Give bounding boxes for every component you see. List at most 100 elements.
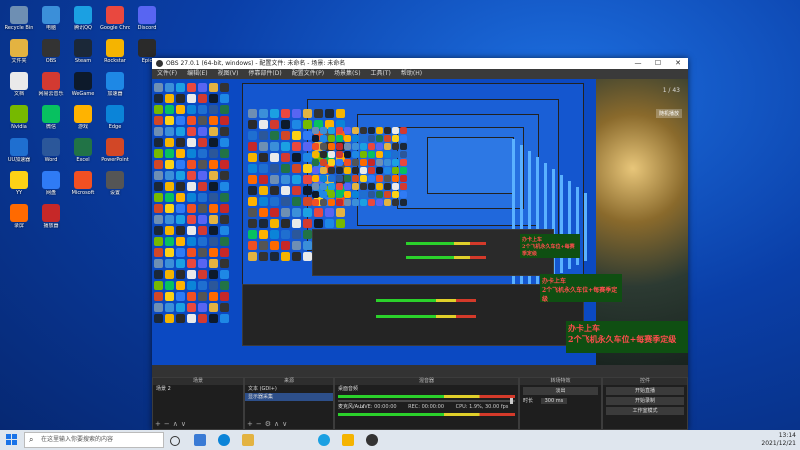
- desktop-icon[interactable]: 游戏: [68, 105, 98, 130]
- mirrored-icon: [320, 143, 327, 150]
- scene-toolbar[interactable]: +−∧∨: [155, 420, 189, 428]
- menu-item[interactable]: 停靠部件(D): [243, 69, 286, 79]
- desktop-icon[interactable]: Microsoft: [68, 171, 98, 196]
- desktop-icon-label: 腾讯QQ: [74, 25, 92, 31]
- desktop-icon[interactable]: 文件夹: [4, 39, 34, 64]
- desktop-icon[interactable]: Edge: [100, 105, 130, 130]
- desktop-icon[interactable]: 电脑: [36, 6, 66, 31]
- mirrored-icon: [209, 116, 218, 125]
- rec-status: REC: 00:00:00: [408, 404, 445, 410]
- desktop-icon[interactable]: YY: [4, 171, 34, 196]
- mirrored-icon: [154, 303, 163, 312]
- shuffle-button[interactable]: 随机播放: [655, 109, 682, 118]
- desktop-icon[interactable]: OBS: [36, 39, 66, 64]
- app-icon: [74, 39, 92, 57]
- mirrored-icon: [292, 219, 301, 228]
- desktop-icon[interactable]: 加速器: [100, 72, 130, 97]
- menu-item[interactable]: 工具(T): [366, 69, 396, 79]
- mirrored-icon: [292, 241, 301, 250]
- tunnel-stripe: [560, 175, 563, 273]
- nested-audio-meter: [406, 256, 486, 259]
- desktop-icon[interactable]: Discord: [132, 6, 162, 31]
- desktop-icon[interactable]: Nvidia: [4, 105, 34, 130]
- source-item[interactable]: 文本 (GDI+): [245, 385, 333, 393]
- desktop-icon[interactable]: 文档: [4, 72, 34, 97]
- qq-icon[interactable]: [318, 434, 330, 446]
- mirrored-icon: [165, 204, 174, 213]
- desktop-icon[interactable]: WeGame: [68, 72, 98, 97]
- preview-canvas[interactable]: 1 / 43 随机播放 办卡上车 2个飞机永久车位+每赛季定级 办卡上车 2个飞…: [152, 79, 688, 377]
- taskbar-search-box[interactable]: ⌕ 在这里输入你要搜索的内容: [24, 432, 164, 448]
- desktop-icon[interactable]: 网盘: [36, 171, 66, 196]
- edge-icon[interactable]: [218, 434, 230, 446]
- mirrored-icon: [384, 143, 391, 150]
- mirrored-icon: [187, 116, 196, 125]
- mirrored-icon: [360, 167, 367, 174]
- app-icon[interactable]: [342, 434, 354, 446]
- mirrored-icon: [352, 175, 359, 182]
- desktop-icon[interactable]: 微信: [36, 105, 66, 130]
- desktop-icon-label: 微信: [45, 124, 56, 130]
- mirrored-icon: [259, 208, 268, 217]
- mirrored-icon: [336, 159, 343, 166]
- mirrored-icon: [259, 131, 268, 140]
- app-icon: [42, 204, 60, 222]
- desktop-icon[interactable]: 播放器: [36, 204, 66, 229]
- mirrored-icon: [248, 230, 257, 239]
- mirrored-icon: [392, 175, 399, 182]
- desktop-icon[interactable]: Excel: [68, 138, 98, 163]
- mirrored-icon: [400, 199, 407, 206]
- system-tray-clock[interactable]: 13:14 2021/12/21: [761, 432, 796, 448]
- mirrored-icon: [209, 83, 218, 92]
- desktop-icon[interactable]: UU加速器: [4, 138, 34, 163]
- mirrored-icon: [400, 191, 407, 198]
- mirrored-icon: [209, 182, 218, 191]
- mirrored-icon: [165, 127, 174, 136]
- desktop-icon[interactable]: 设置: [100, 171, 130, 196]
- mirrored-icon: [325, 219, 334, 228]
- obs-titlebar[interactable]: OBS 27.0.1 (64-bit, windows) - 配置文件: 未命名…: [152, 58, 688, 69]
- windows-start-icon[interactable]: [6, 434, 18, 446]
- source-item[interactable]: 显示器采集: [245, 393, 333, 401]
- minimize-icon[interactable]: —: [628, 58, 648, 69]
- menu-item[interactable]: 帮助(H): [396, 69, 427, 79]
- desktop-icon[interactable]: Recycle Bin: [4, 6, 34, 31]
- explorer-icon[interactable]: [194, 434, 206, 446]
- menu-item[interactable]: 配置文件(P): [287, 69, 329, 79]
- mirrored-icon: [312, 143, 319, 150]
- desktop-icon[interactable]: 腾讯QQ: [68, 6, 98, 31]
- start-streaming-button[interactable]: 开始直播: [606, 387, 684, 395]
- volume-slider[interactable]: [338, 398, 515, 404]
- menu-item[interactable]: 编辑(E): [182, 69, 212, 79]
- maximize-icon[interactable]: ☐: [648, 58, 668, 69]
- menu-item[interactable]: 文件(F): [152, 69, 182, 79]
- folder-icon[interactable]: [242, 434, 254, 446]
- obs-app-icon: [156, 60, 163, 67]
- audio-meter: [338, 395, 515, 398]
- mirrored-icon: [392, 191, 399, 198]
- menu-item[interactable]: 场景集(S): [329, 69, 366, 79]
- app-icon: [42, 171, 60, 189]
- mirrored-icon: [209, 314, 218, 323]
- menu-item[interactable]: 视图(V): [213, 69, 244, 79]
- mirrored-icon: [198, 182, 207, 191]
- desktop-icon[interactable]: 网易云音乐: [36, 72, 66, 97]
- mirrored-icon: [187, 127, 196, 136]
- desktop-icon[interactable]: Google Chrome: [100, 6, 130, 31]
- scene-item[interactable]: 场景 2: [153, 385, 243, 393]
- desktop-icon[interactable]: Steam: [68, 39, 98, 64]
- desktop-icon[interactable]: Word: [36, 138, 66, 163]
- desktop-icon[interactable]: PowerPoint: [100, 138, 130, 163]
- close-icon[interactable]: ✕: [668, 58, 688, 69]
- mirrored-icon: [336, 191, 343, 198]
- mirrored-icon: [400, 135, 407, 142]
- mirrored-icon: [198, 83, 207, 92]
- mirrored-icon: [198, 149, 207, 158]
- desktop-icon[interactable]: Rockstar: [100, 39, 130, 64]
- task-view-icon[interactable]: [170, 436, 180, 446]
- mirrored-icon: [320, 135, 327, 142]
- obs-taskbar-icon[interactable]: [366, 434, 378, 446]
- transition-select[interactable]: 淡出: [523, 387, 598, 395]
- source-toolbar[interactable]: +−⚙∧∨: [247, 420, 290, 428]
- desktop-icon[interactable]: 录屏: [4, 204, 34, 229]
